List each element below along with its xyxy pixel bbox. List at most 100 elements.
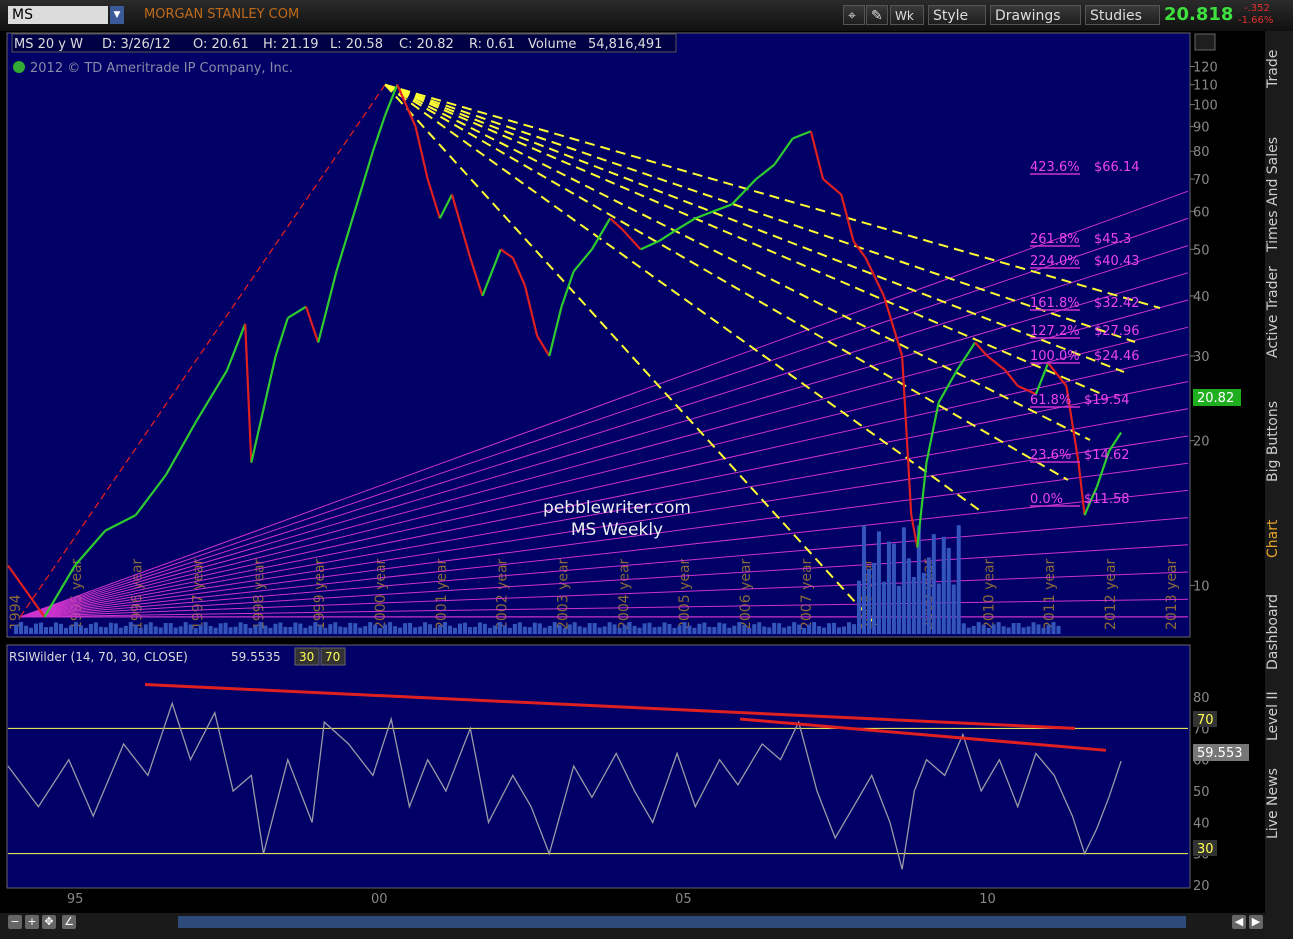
tab-trade[interactable]: Trade <box>1265 39 1293 99</box>
volume-bar <box>188 624 193 634</box>
chart-settings-icon[interactable] <box>1194 33 1216 51</box>
volume-bar <box>128 622 133 634</box>
volume-bar <box>433 627 438 634</box>
volume-bar <box>612 624 617 634</box>
fib-percent: 161.8% <box>1030 296 1080 311</box>
year-label: 2002 year <box>495 558 511 630</box>
volume-bar <box>133 624 138 634</box>
volume-bar <box>333 622 338 634</box>
volume-bar <box>403 623 408 634</box>
tab-times-and-sales[interactable]: Times And Sales <box>1265 119 1293 269</box>
volume-bar <box>702 622 707 634</box>
volume-bar <box>213 627 218 634</box>
volume-bar <box>762 626 767 634</box>
volume-bar <box>418 626 423 634</box>
fib-price: $24.46 <box>1094 349 1140 364</box>
volume-bar <box>607 622 612 634</box>
symbol-input[interactable]: MS <box>8 6 108 24</box>
price-chart[interactable]: 1020304050607080901001101201994 1995 year… <box>0 31 1265 913</box>
volume-bar <box>757 622 762 634</box>
volume-bar <box>592 623 597 634</box>
symbol-dropdown-icon[interactable]: ▼ <box>110 6 124 24</box>
volume-bar <box>44 627 49 634</box>
last-price: 20.818 <box>1164 4 1234 25</box>
volume-bar <box>398 627 403 634</box>
rsi-badge: 59.553 <box>1197 746 1243 761</box>
volume-bar <box>58 623 63 634</box>
volume-bar <box>288 627 293 634</box>
volume-bar <box>827 623 832 634</box>
volume-bar <box>852 624 857 634</box>
volume-bar <box>802 627 807 634</box>
volume-bar <box>348 622 353 634</box>
period-button[interactable]: Wk <box>890 5 924 25</box>
scroll-left-icon[interactable]: ◀ <box>1232 915 1246 929</box>
volume-bar <box>73 622 78 634</box>
volume-bar <box>817 626 822 634</box>
volume-bar <box>642 623 647 634</box>
volume-bar <box>208 625 213 634</box>
volume-bar <box>318 625 323 634</box>
studies-button[interactable]: Studies <box>1085 5 1160 25</box>
volume-bar <box>1046 624 1051 634</box>
volume-bar <box>108 622 113 634</box>
tab-dashboard[interactable]: Dashboard <box>1265 587 1293 677</box>
volume-bar <box>158 627 163 634</box>
volume-bar <box>338 626 343 634</box>
volume-bar <box>178 626 183 634</box>
tab-active-trader[interactable]: Active Trader <box>1265 257 1293 367</box>
zoom-out-icon[interactable]: − <box>8 915 22 929</box>
volume-bar <box>747 627 752 634</box>
time-scrollbar[interactable] <box>178 916 1186 928</box>
fib-percent: 100.0% <box>1030 349 1080 364</box>
volume-bar <box>911 576 916 634</box>
price-axis-tick: 100 <box>1193 99 1218 114</box>
volume-bar <box>428 624 433 634</box>
volume-bar <box>901 527 906 634</box>
volume-bar <box>906 558 911 634</box>
chart-title: MS 20 y W <box>14 37 83 52</box>
volume-bar <box>253 625 258 634</box>
volume-bar <box>512 623 517 634</box>
rsi-x-label: 10 <box>979 892 996 907</box>
tab-big-buttons[interactable]: Big Buttons <box>1265 381 1293 501</box>
volume-bar <box>373 624 378 634</box>
rsi-30-badge: 30 <box>1197 842 1214 857</box>
tab-chart[interactable]: Chart <box>1265 509 1293 569</box>
pan-icon[interactable]: ✥ <box>42 915 56 929</box>
drawings-button[interactable]: Drawings <box>990 5 1081 25</box>
wrench-icon[interactable]: ✎ <box>866 5 888 25</box>
info-icon[interactable] <box>13 61 25 73</box>
price-badge: 20.82 <box>1197 391 1234 406</box>
copyright: 2012 © TD Ameritrade IP Company, Inc. <box>30 61 293 76</box>
rsi-axis-tick: 50 <box>1193 785 1210 800</box>
scroll-right-icon[interactable]: ▶ <box>1249 915 1263 929</box>
bottom-bar: − + ✥ ∠ ◀ ▶ <box>0 913 1265 939</box>
volume-bar <box>98 626 103 634</box>
volume-bar <box>123 625 128 634</box>
volume-bar <box>313 622 318 634</box>
volume-bar <box>856 580 861 634</box>
crosshair-icon[interactable]: ⌖ <box>843 5 865 25</box>
volume-bar <box>627 622 632 634</box>
volume-bar <box>956 525 961 634</box>
volume-bar <box>732 625 737 634</box>
zoom-in-icon[interactable]: + <box>25 915 39 929</box>
volume-bar <box>278 622 283 634</box>
volume-bar <box>832 622 837 634</box>
volume-bar <box>931 534 936 634</box>
volume-bar <box>727 627 732 634</box>
volume-bar <box>293 622 298 634</box>
tab-level-ii[interactable]: Level II <box>1265 681 1293 751</box>
volume-bar <box>173 627 178 634</box>
style-button[interactable]: Style <box>928 5 986 25</box>
volume-bar <box>532 622 537 634</box>
volume-bar <box>1011 623 1016 634</box>
draw-tool-icon[interactable]: ∠ <box>62 915 76 929</box>
price-axis-tick: 30 <box>1193 350 1210 365</box>
rsi-axis-tick: 40 <box>1193 816 1210 831</box>
tab-live-news[interactable]: Live News <box>1265 759 1293 849</box>
price-axis-tick: 70 <box>1193 173 1210 188</box>
volume-bar <box>24 625 29 634</box>
volume-bar <box>582 627 587 634</box>
